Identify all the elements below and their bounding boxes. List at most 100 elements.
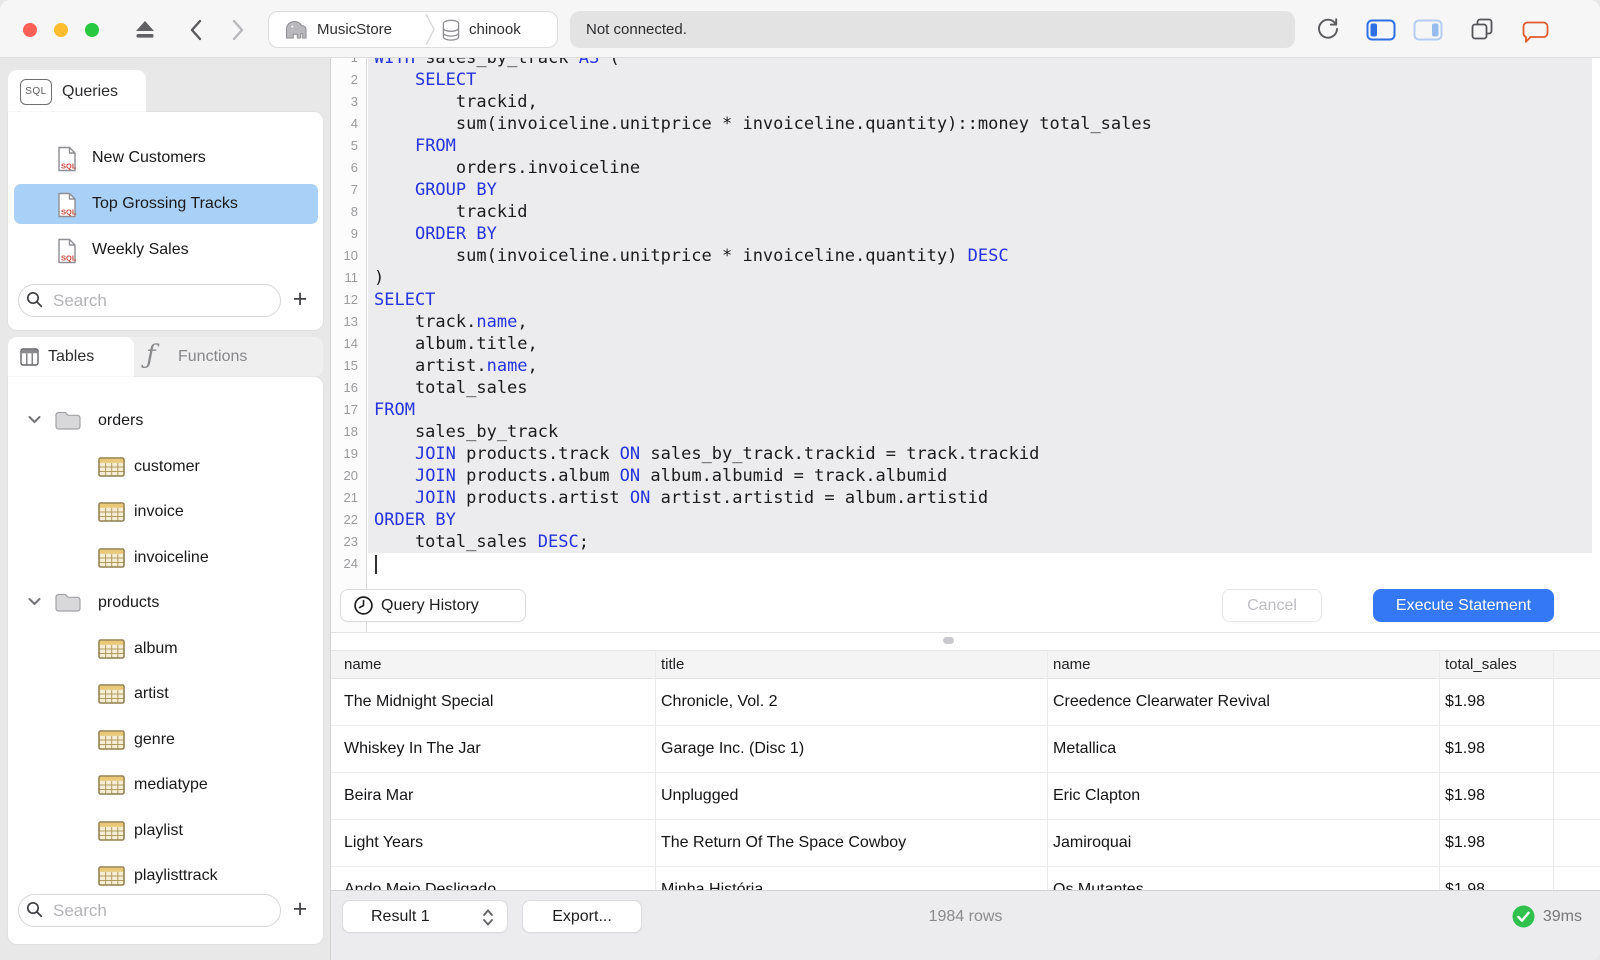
tree-folder-products[interactable]: products: [8, 583, 323, 623]
tree-table-invoiceline[interactable]: invoiceline: [8, 538, 323, 578]
sidebar-right-toggle-icon[interactable]: [1413, 17, 1443, 43]
queries-search-input[interactable]: [18, 284, 281, 317]
zoom-window-button[interactable]: [85, 23, 99, 37]
close-window-button[interactable]: [23, 23, 37, 37]
title-bar: MusicStore chinook Not connected.: [0, 0, 1600, 58]
table-cell[interactable]: $1.98: [1445, 679, 1485, 725]
table-row[interactable]: The Midnight Special Chronicle, Vol. 2 Cre…: [331, 679, 1600, 726]
sidebar-left-toggle-icon[interactable]: [1366, 17, 1396, 43]
table-cell[interactable]: Minha História: [661, 867, 763, 890]
cancel-button[interactable]: Cancel: [1222, 589, 1322, 622]
table-row[interactable]: Whiskey In The Jar Garage Inc. (Disc 1) Me…: [331, 726, 1600, 773]
table-row[interactable]: Light Years The Return Of The Space Cowbo…: [331, 820, 1600, 867]
tree-folder-orders[interactable]: orders: [8, 401, 323, 441]
table-cell[interactable]: Beira Mar: [344, 773, 413, 819]
table-cell[interactable]: The Return Of The Space Cowboy: [661, 820, 906, 866]
tree-table-invoice[interactable]: invoice: [8, 492, 323, 532]
feedback-bubble-icon[interactable]: [1521, 18, 1550, 44]
table-cell[interactable]: The Midnight Special: [344, 679, 493, 725]
sql-editor[interactable]: WITH sales_by_track AS ( SELECT trackid,…: [331, 58, 1600, 632]
code-line[interactable]: trackid: [368, 201, 1600, 223]
tree-table-artist[interactable]: artist: [8, 674, 323, 714]
column-header-name[interactable]: name: [1053, 651, 1091, 678]
table-cell[interactable]: Garage Inc. (Disc 1): [661, 726, 804, 772]
table-cell[interactable]: $1.98: [1445, 820, 1485, 866]
tab-tables[interactable]: Tables: [8, 337, 134, 377]
main-content: WITH sales_by_track AS ( SELECT trackid,…: [331, 58, 1600, 960]
table-cell[interactable]: Metallica: [1053, 726, 1116, 772]
sidebar-query-item[interactable]: SQL Weekly Sales: [14, 230, 318, 270]
table-cell[interactable]: $1.98: [1445, 773, 1485, 819]
table-cell[interactable]: Chronicle, Vol. 2: [661, 679, 778, 725]
sidebar-query-item[interactable]: SQL New Customers: [14, 138, 318, 178]
table-cell[interactable]: Creedence Clearwater Revival: [1053, 679, 1270, 725]
table-cell[interactable]: Jamiroquai: [1053, 820, 1131, 866]
breadcrumb-database[interactable]: chinook: [469, 12, 521, 47]
code-line[interactable]: JOIN products.track ON sales_by_track.tr…: [368, 443, 1600, 465]
code-line[interactable]: SELECT: [368, 69, 1600, 91]
table-cell[interactable]: Light Years: [344, 820, 423, 866]
code-line[interactable]: artist.name,: [368, 355, 1600, 377]
code-line[interactable]: total_sales DESC;: [368, 531, 1600, 553]
table-cell[interactable]: $1.98: [1445, 867, 1485, 890]
table-cell[interactable]: Whiskey In The Jar: [344, 726, 481, 772]
tab-queries[interactable]: SQL Queries: [8, 70, 146, 113]
editor-results-divider[interactable]: [331, 632, 1600, 650]
sidebar-query-item[interactable]: SQL Top Grossing Tracks: [14, 184, 318, 224]
tables-search-input[interactable]: [18, 894, 281, 927]
tree-table-genre[interactable]: genre: [8, 720, 323, 760]
code-line[interactable]: orders.invoiceline: [368, 157, 1600, 179]
code-line[interactable]: ORDER BY: [368, 509, 1600, 531]
table-cell[interactable]: Unplugged: [661, 773, 738, 819]
column-header-title[interactable]: title: [661, 651, 684, 678]
code-line[interactable]: sales_by_track: [368, 421, 1600, 443]
tree-table-playlist[interactable]: playlist: [8, 811, 323, 851]
breadcrumb-connection[interactable]: MusicStore: [317, 12, 392, 47]
query-history-button[interactable]: Query History: [340, 589, 526, 622]
code-line[interactable]: ORDER BY: [368, 223, 1600, 245]
code-line[interactable]: sum(invoiceline.unitprice * invoiceline.…: [368, 113, 1600, 135]
refresh-icon[interactable]: [1315, 16, 1341, 42]
code-line[interactable]: JOIN products.album ON album.albumid = t…: [368, 465, 1600, 487]
forward-icon[interactable]: [224, 17, 250, 43]
eject-icon[interactable]: [132, 17, 158, 43]
code-line[interactable]: SELECT: [368, 289, 1600, 311]
table-cell[interactable]: Os Mutantes: [1053, 867, 1144, 890]
tree-table-mediatype[interactable]: mediatype: [8, 765, 323, 805]
code-line[interactable]: album.title,: [368, 333, 1600, 355]
tab-functions[interactable]: ƒ Functions: [140, 337, 310, 377]
code-line[interactable]: FROM: [368, 399, 1600, 421]
chevron-down-icon[interactable]: [28, 415, 41, 424]
code-line[interactable]: JOIN products.artist ON artist.artistid …: [368, 487, 1600, 509]
minimize-window-button[interactable]: [54, 23, 68, 37]
tree-table-customer[interactable]: customer: [8, 447, 323, 487]
code-line[interactable]: total_sales: [368, 377, 1600, 399]
column-header-name[interactable]: name: [344, 651, 382, 678]
add-query-button[interactable]: +: [285, 284, 315, 317]
editor-code[interactable]: WITH sales_by_track AS ( SELECT trackid,…: [368, 58, 1600, 632]
code-line[interactable]: GROUP BY: [368, 179, 1600, 201]
drag-handle-icon[interactable]: [943, 637, 954, 644]
windows-icon[interactable]: [1469, 17, 1495, 43]
tree-table-playlisttrack[interactable]: playlisttrack: [8, 856, 323, 896]
add-table-button[interactable]: +: [285, 894, 315, 927]
table-icon: [98, 456, 125, 477]
code-line[interactable]: ): [368, 267, 1600, 289]
column-header-total_sales[interactable]: total_sales: [1445, 651, 1517, 678]
tree-table-album[interactable]: album: [8, 629, 323, 669]
table-cell[interactable]: Eric Clapton: [1053, 773, 1140, 819]
back-icon[interactable]: [184, 17, 210, 43]
code-line[interactable]: WITH sales_by_track AS (: [368, 58, 1600, 69]
chevron-down-icon[interactable]: [28, 597, 41, 606]
code-line[interactable]: trackid,: [368, 91, 1600, 113]
code-line[interactable]: sum(invoiceline.unitprice * invoiceline.…: [368, 245, 1600, 267]
table-cell[interactable]: Ando Meio Desligado: [344, 867, 496, 890]
code-line[interactable]: [368, 553, 1600, 575]
table-row[interactable]: Ando Meio Desligado Minha História Os Muta…: [331, 867, 1600, 890]
execute-statement-button[interactable]: Execute Statement: [1373, 589, 1554, 622]
code-line[interactable]: FROM: [368, 135, 1600, 157]
code-line[interactable]: track.name,: [368, 311, 1600, 333]
table-row[interactable]: Beira Mar Unplugged Eric Clapton $1.98: [331, 773, 1600, 820]
table-cell[interactable]: $1.98: [1445, 726, 1485, 772]
